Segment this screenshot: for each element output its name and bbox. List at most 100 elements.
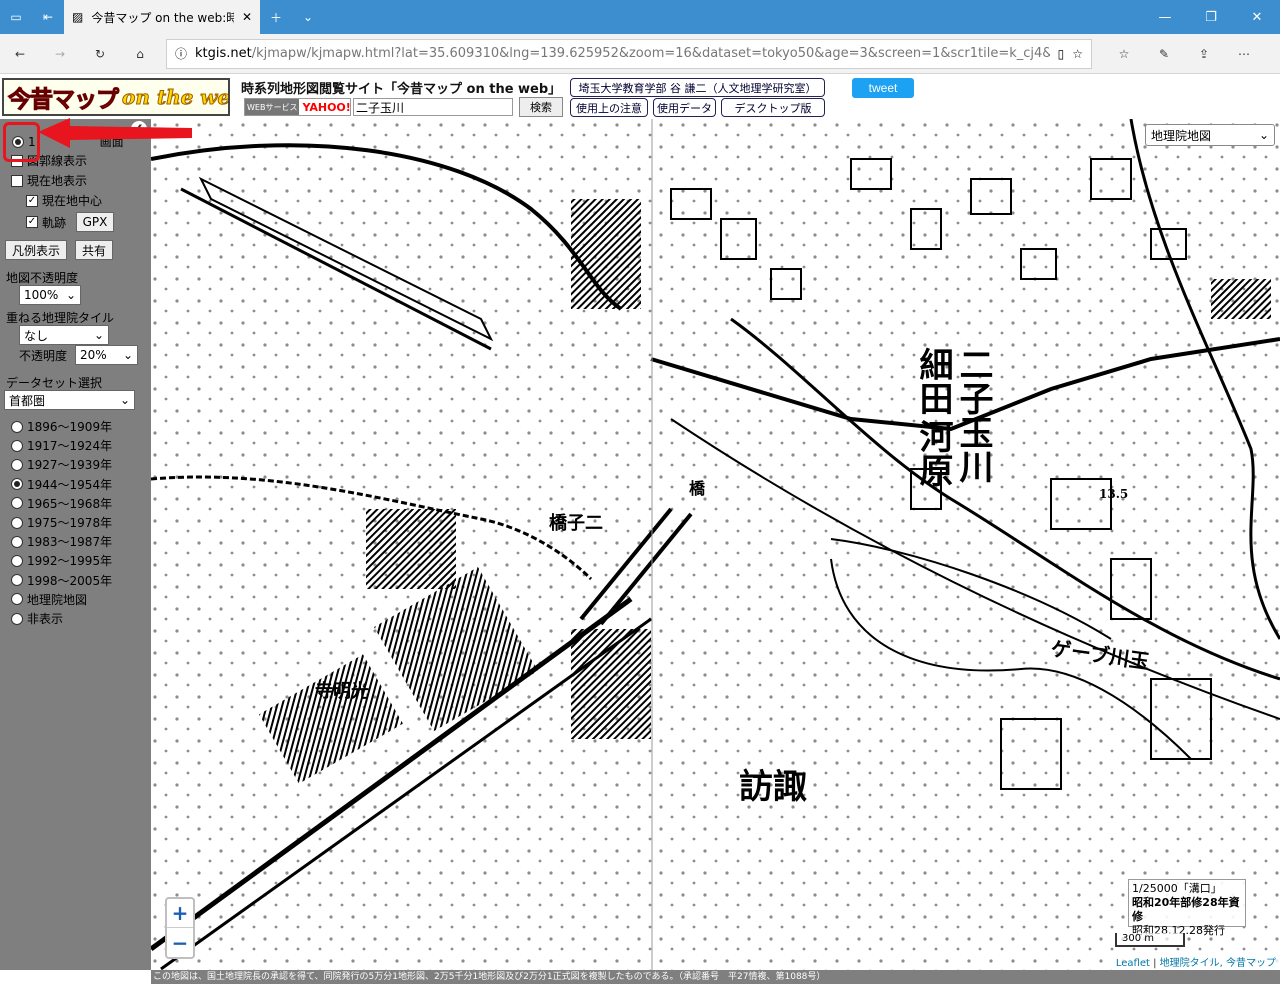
age-option[interactable]: 地理院地図 [11,591,87,608]
chevron-down-icon: ⌄ [122,348,133,362]
age-label: 1927～1939年 [27,458,113,473]
dataset-select[interactable]: 首都圏 ⌄ [4,390,135,410]
gpx-button[interactable]: GPX [76,212,115,232]
map-label-futakotamagawa: 二子玉川 [953,347,993,483]
historic-map-image [151,119,1280,970]
favorites-icon[interactable]: ☆ [1104,34,1144,74]
info-icon[interactable]: ⓘ [175,45,187,62]
forward-icon[interactable]: → [40,34,80,74]
reading-view-icon[interactable]: ▯ [1058,47,1065,61]
age-radio[interactable] [11,593,23,606]
site-logo[interactable]: 今昔マップ on the web [2,78,230,116]
share-button[interactable]: 共有 [75,240,113,260]
set-tabs-aside-icon[interactable]: ⇤ [32,0,64,34]
age-option[interactable]: 1965～1968年 [11,495,112,512]
pen-icon[interactable]: ✎ [1144,34,1184,74]
age-radio[interactable] [11,612,23,625]
tiles-attrib-link[interactable]: 地理院タイル, 今昔マップ [1160,958,1276,969]
age-radio[interactable] [11,535,23,548]
zoom-out-button[interactable]: − [167,928,193,957]
address-bar[interactable]: ⓘ ktgis.net/kjmapw/kjmapw.html?lat=35.60… [166,38,1092,69]
track-option[interactable]: ✓ 軌跡 GPX [26,212,115,232]
restore-icon[interactable]: ❐ [1188,0,1234,34]
minimize-icon[interactable]: — [1142,0,1188,34]
tab-list-chevron-icon[interactable]: ⌄ [292,0,324,34]
age-label: 1983～1987年 [27,535,113,550]
base-layer-value: 地理院地図 [1151,128,1212,143]
share-icon[interactable]: ⇪ [1184,34,1224,74]
url-host: ktgis.net [195,46,252,61]
sidebar: 1 画面 図郭線表示 現在地表示 ✓ 現在地中心 ✓ 軌跡 GPX 凡例表示 共… [0,119,151,970]
overlay-opacity-select[interactable]: 20% ⌄ [75,345,138,365]
chevron-down-icon: ⌄ [119,393,130,407]
yahoo-logo: YAHOO! [302,100,351,114]
overlay-opacity-label: 不透明度 [19,349,68,363]
current-location-option[interactable]: 現在地表示 [11,172,87,189]
leaflet-link[interactable]: Leaflet [1116,958,1150,969]
opacity-select[interactable]: 100% ⌄ [19,285,81,305]
new-tab-icon[interactable]: ＋ [260,0,292,34]
map-label-komyo: 寺明光 [315,681,369,702]
place-search: WEBサービス YAHOO! 検索 [244,97,563,117]
age-option[interactable]: 1896～1909年 [11,418,112,435]
close-window-icon[interactable]: ✕ [1234,0,1280,34]
age-option[interactable]: 1944～1954年 [11,476,112,493]
desktop-version-link[interactable]: デスクトップ版 [721,98,825,117]
overlay-label: 重ねる地理院タイル [6,311,115,325]
home-icon[interactable]: ⌂ [120,34,160,74]
age-option[interactable]: 1975～1978年 [11,514,112,531]
center-current-checkbox[interactable]: ✓ [26,194,38,207]
map-label-suwa: 訪諏 [739,767,807,807]
age-option[interactable]: 1927～1939年 [11,456,112,473]
more-icon[interactable]: ⋯ [1224,34,1264,74]
age-radio[interactable] [11,458,23,471]
back-icon[interactable]: ← [0,34,40,74]
age-radio[interactable] [11,478,23,491]
age-option[interactable]: 1998～2005年 [11,572,112,589]
map-label-hosoda: 細田 [913,347,953,415]
age-radio[interactable] [11,420,23,433]
base-layer-select[interactable]: 地理院地図 ⌄ [1145,124,1275,146]
dataset-value: 首都圏 [9,393,46,408]
center-current-label: 現在地中心 [42,194,103,208]
map-view[interactable]: 細田 二子玉川 河原 訪諏 寺明光 橋子二 ゲーブ川玉 13.5 橋 地理院地図… [151,119,1280,970]
age-radio[interactable] [11,574,23,587]
favorite-star-icon[interactable]: ☆ [1072,47,1083,61]
current-location-label: 現在地表示 [27,174,88,188]
yahoo-badge: WEBサービス YAHOO! [244,98,351,116]
browser-nav-bar: ← → ↻ ⌂ ⓘ ktgis.net/kjmapw/kjmapw.html?l… [0,34,1280,74]
age-radio[interactable] [11,516,23,529]
tab-actions-icon[interactable]: ▭ [0,0,32,34]
usage-notes-link[interactable]: 使用上の注意 [570,98,648,117]
browser-tab-bar: ▭ ⇤ ▨ 今昔マップ on the web:時 ✕ ＋ ⌄ — ❐ ✕ [0,0,1280,34]
yahoo-badge-left: WEBサービス [245,99,300,115]
tweet-button[interactable]: tweet [852,78,914,98]
overlay-select[interactable]: なし ⌄ [19,325,109,345]
center-current-option[interactable]: ✓ 現在地中心 [26,192,102,209]
browser-tab[interactable]: ▨ 今昔マップ on the web:時 ✕ [64,0,260,34]
url-path: /kjmapw/kjmapw.html?lat=35.609310&lng=13… [251,46,1050,61]
age-radio[interactable] [11,439,23,452]
zoom-in-button[interactable]: + [167,899,193,928]
red-arrow-icon [38,118,192,148]
legend-button[interactable]: 凡例表示 [5,240,67,260]
university-link[interactable]: 埼玉大学教育学部 谷 謙二（人文地理学研究室） [570,78,825,97]
age-option[interactable]: 1917～1924年 [11,437,112,454]
map-attribution: Leaflet | 地理院タイル, 今昔マップ [1111,953,1280,970]
age-radio[interactable] [11,554,23,567]
close-tab-icon[interactable]: ✕ [242,10,252,24]
age-radio[interactable] [11,497,23,510]
age-option[interactable]: 非表示 [11,610,63,627]
track-checkbox[interactable]: ✓ [26,216,38,228]
age-option[interactable]: 1983～1987年 [11,533,112,550]
map-label-elevation: 13.5 [1099,487,1129,501]
usage-data-link[interactable]: 使用データ [653,98,716,117]
search-button[interactable]: 検索 [519,97,563,117]
refresh-icon[interactable]: ↻ [80,34,120,74]
chevron-down-icon: ⌄ [1258,128,1269,142]
current-location-checkbox[interactable] [11,174,23,187]
search-input[interactable] [353,98,513,116]
age-option[interactable]: 1992～1995年 [11,552,112,569]
age-label: 1998～2005年 [27,573,113,588]
map-label-bridge: 橋 [689,479,706,498]
